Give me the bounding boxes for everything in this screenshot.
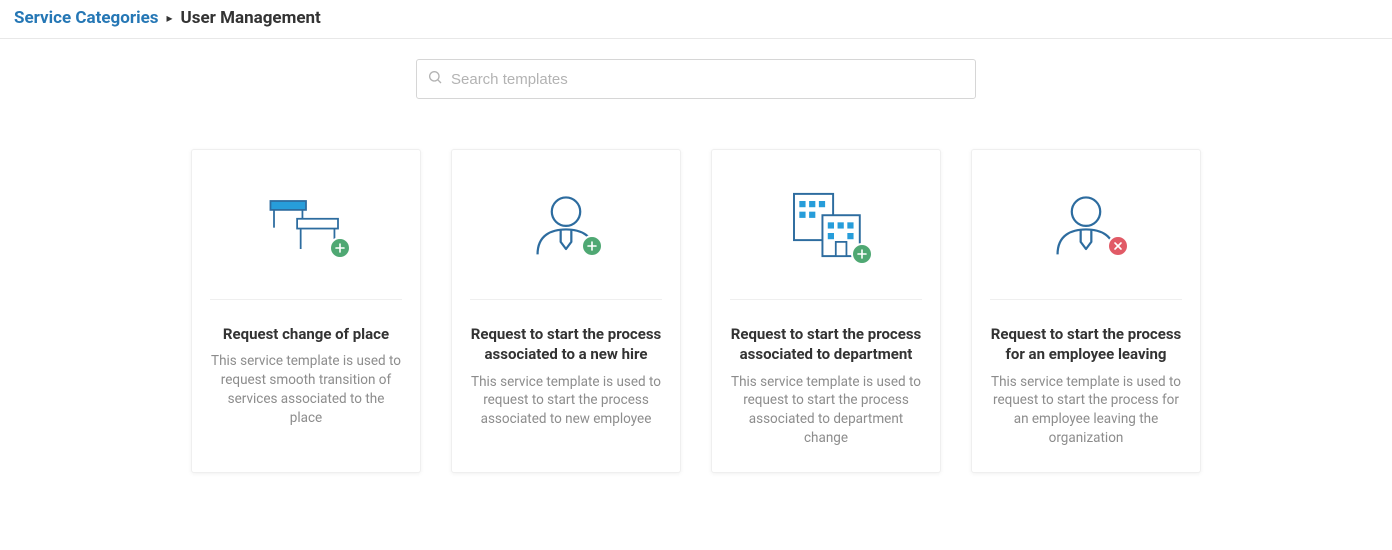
breadcrumb-link-root[interactable]: Service Categories (14, 8, 159, 28)
plus-badge-icon (851, 243, 873, 265)
search-icon (427, 69, 443, 89)
card-change-of-place[interactable]: Request change of place This service tem… (191, 149, 421, 473)
card-description: This service template is used to request… (990, 373, 1182, 449)
card-title: Request change of place (210, 324, 402, 344)
card-description: This service template is used to request… (210, 352, 402, 428)
card-title: Request to start the process associated … (730, 324, 922, 365)
desks-icon (261, 185, 351, 265)
card-title: Request to start the process for an empl… (990, 324, 1182, 365)
card-title: Request to start the process associated … (470, 324, 662, 365)
card-employee-leaving[interactable]: Request to start the process for an empl… (971, 149, 1201, 473)
card-new-hire[interactable]: Request to start the process associated … (451, 149, 681, 473)
breadcrumb-current: User Management (181, 8, 321, 28)
card-description: This service template is used to request… (730, 373, 922, 449)
person-icon (521, 185, 611, 265)
x-badge-icon (1107, 235, 1129, 257)
search-box[interactable] (416, 59, 976, 99)
card-icon-area (730, 150, 922, 300)
chevron-right-icon: ▸ (167, 11, 173, 25)
breadcrumb: Service Categories ▸ User Management (0, 0, 1392, 39)
card-description: This service template is used to request… (470, 373, 662, 430)
card-department[interactable]: Request to start the process associated … (711, 149, 941, 473)
buildings-icon (781, 185, 871, 265)
person-icon (1041, 185, 1131, 265)
cards-row: Request change of place This service tem… (0, 99, 1392, 473)
card-icon-area (470, 150, 662, 300)
plus-badge-icon (581, 235, 603, 257)
search-wrap (0, 39, 1392, 99)
card-icon-area (210, 150, 402, 300)
plus-badge-icon (329, 237, 351, 259)
card-icon-area (990, 150, 1182, 300)
search-input[interactable] (451, 71, 965, 88)
